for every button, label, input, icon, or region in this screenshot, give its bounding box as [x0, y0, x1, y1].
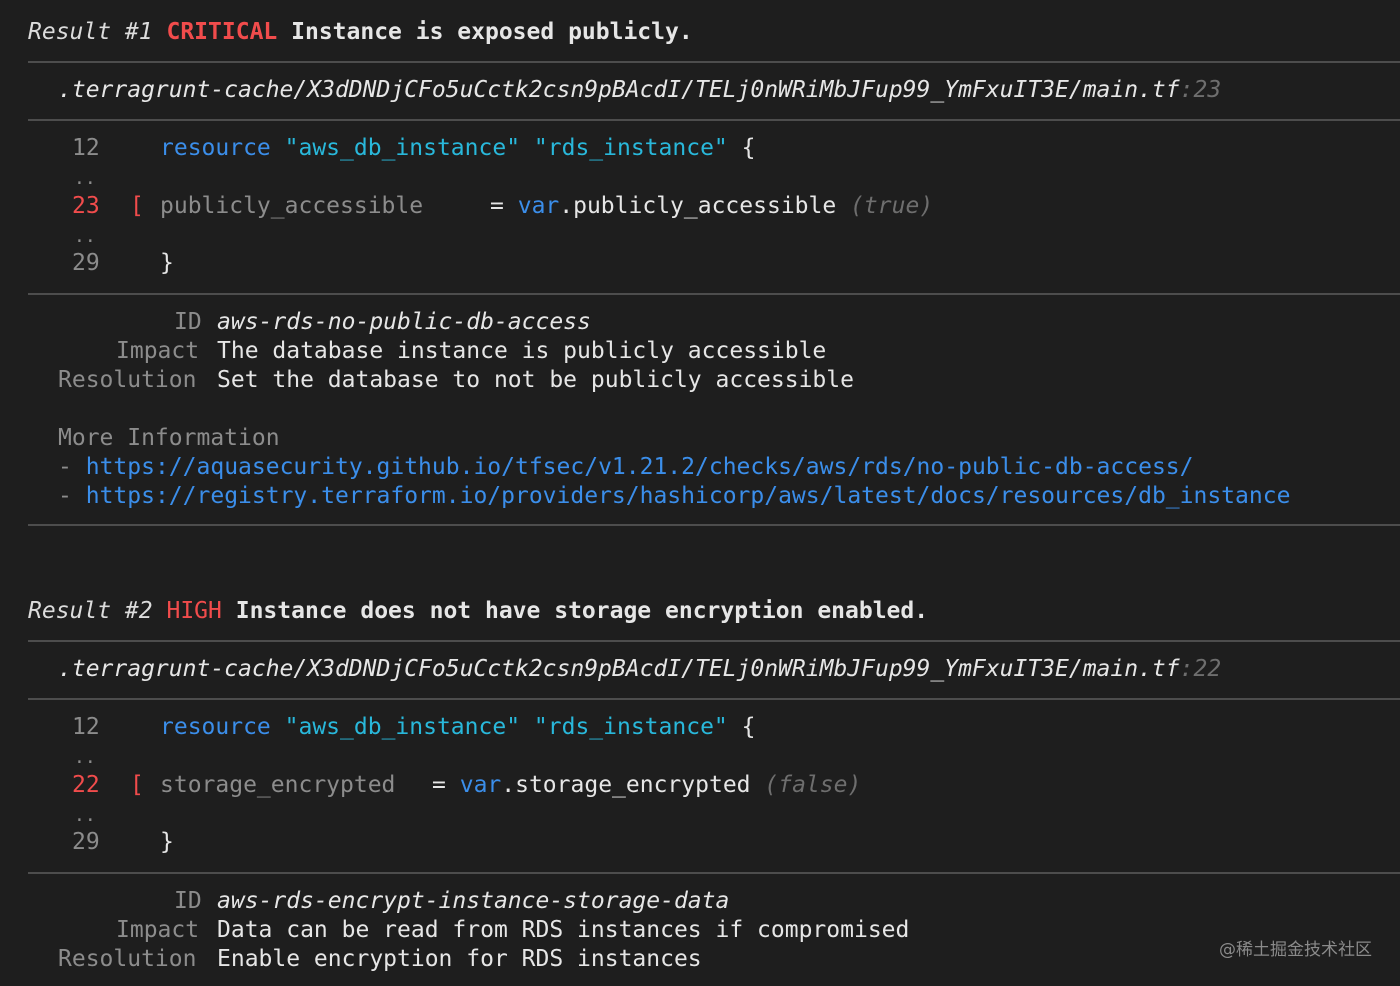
- more-info-link-row: - https://registry.terraform.io/provider…: [58, 481, 1290, 511]
- ellipsis: ..: [74, 168, 96, 189]
- divider: [28, 293, 1400, 295]
- line-number-highlight: 22: [72, 772, 100, 798]
- code-string: "aws_db_instance": [284, 135, 521, 161]
- file-path[interactable]: .terragrunt-cache/X3dDNDjCFo5uCctk2csn9p…: [58, 656, 1180, 682]
- divider: [28, 119, 1400, 121]
- divider: [28, 698, 1400, 700]
- code-resolved-value: (true): [850, 193, 934, 219]
- code-attribute: storage_encrypted: [160, 772, 396, 798]
- divider: [28, 524, 1400, 526]
- code-string: "aws_db_instance": [284, 714, 521, 740]
- line-ref: :22: [1179, 656, 1222, 682]
- code-line: 29: [72, 827, 100, 857]
- line-ref: :23: [1179, 77, 1222, 103]
- highlight-marker: [: [130, 193, 144, 219]
- more-info-link-row: - https://aquasecurity.github.io/tfsec/v…: [58, 452, 1194, 482]
- result-title: Instance does not have storage encryptio…: [235, 598, 929, 624]
- code-line-content: resource "aws_db_instance" "rds_instance…: [160, 712, 756, 742]
- divider: [28, 61, 1400, 63]
- line-number: 12: [72, 135, 100, 161]
- code-line: 29: [72, 248, 100, 278]
- line-number: 29: [72, 829, 100, 855]
- code-var-ref: .publicly_accessible: [559, 193, 837, 219]
- impact-text: Data can be read from RDS instances if c…: [217, 917, 910, 943]
- bullet: -: [58, 483, 72, 509]
- code-brace: {: [741, 714, 756, 740]
- file-path-line: .terragrunt-cache/X3dDNDjCFo5uCctk2csn9p…: [58, 75, 1221, 105]
- resolution-text: Set the database to not be publicly acce…: [217, 367, 854, 393]
- docs-link[interactable]: https://registry.terraform.io/providers/…: [86, 483, 1291, 509]
- result-1-header: Result #1 CRITICAL Instance is exposed p…: [28, 17, 693, 47]
- result-label: Result #1: [28, 19, 153, 45]
- divider: [28, 872, 1400, 874]
- resolution-label: Resolution: [58, 946, 197, 972]
- id-label: ID: [174, 309, 202, 335]
- line-number-highlight: 23: [72, 193, 100, 219]
- highlight-marker: [: [130, 772, 144, 798]
- impact-text: The database instance is publicly access…: [217, 338, 827, 364]
- code-line: 22: [72, 770, 100, 800]
- file-path[interactable]: .terragrunt-cache/X3dDNDjCFo5uCctk2csn9p…: [58, 77, 1180, 103]
- result-title: Instance is exposed publicly.: [291, 19, 693, 45]
- more-info-label: More Information: [58, 425, 280, 451]
- severity-badge: HIGH: [166, 598, 222, 624]
- code-var-keyword: var: [459, 772, 502, 798]
- code-expression: = var.publicly_accessible (true): [490, 191, 933, 221]
- code-var-ref: .storage_encrypted: [501, 772, 751, 798]
- code-operator: =: [490, 193, 504, 219]
- code-resolved-value: (false): [764, 772, 862, 798]
- bullet: -: [58, 454, 72, 480]
- code-string: "rds_instance": [533, 135, 728, 161]
- watermark: @稀土掘金技术社区: [1219, 940, 1372, 960]
- resolution-label: Resolution: [58, 367, 197, 393]
- severity-badge: CRITICAL: [166, 19, 278, 45]
- code-string: "rds_instance": [533, 714, 728, 740]
- docs-link[interactable]: https://aquasecurity.github.io/tfsec/v1.…: [86, 454, 1194, 480]
- id-label: ID: [174, 888, 202, 914]
- impact-label: Impact: [116, 338, 200, 364]
- code-keyword: resource: [160, 135, 271, 161]
- code-keyword: resource: [160, 714, 271, 740]
- code-line-content: resource "aws_db_instance" "rds_instance…: [160, 133, 756, 163]
- resolution-text: Enable encryption for RDS instances: [217, 946, 702, 972]
- line-number: 29: [72, 250, 100, 276]
- code-brace: }: [160, 829, 174, 855]
- code-brace: {: [741, 135, 756, 161]
- code-operator: =: [432, 772, 446, 798]
- code-attribute: publicly_accessible: [160, 193, 424, 219]
- ellipsis: ..: [74, 747, 96, 768]
- code-var-keyword: var: [517, 193, 560, 219]
- result-2-header: Result #2 HIGH Instance does not have st…: [28, 596, 928, 626]
- code-expression: = var.storage_encrypted (false): [432, 770, 861, 800]
- rule-id: aws-rds-no-public-db-access: [217, 309, 591, 335]
- code-brace: }: [160, 250, 174, 276]
- rule-id: aws-rds-encrypt-instance-storage-data: [217, 888, 730, 914]
- divider: [28, 640, 1400, 642]
- code-line: 23: [72, 191, 100, 221]
- line-number: 12: [72, 714, 100, 740]
- result-label: Result #2: [28, 598, 153, 624]
- impact-label: Impact: [116, 917, 200, 943]
- code-line: 12: [72, 133, 100, 163]
- file-path-line: .terragrunt-cache/X3dDNDjCFo5uCctk2csn9p…: [58, 654, 1221, 684]
- code-line: 12: [72, 712, 100, 742]
